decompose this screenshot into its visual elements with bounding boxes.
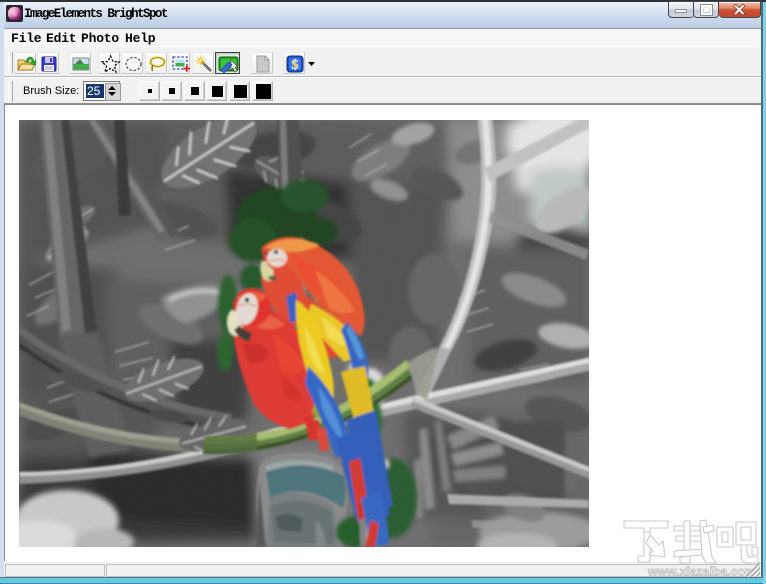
svg-text:$: $ xyxy=(292,58,299,73)
